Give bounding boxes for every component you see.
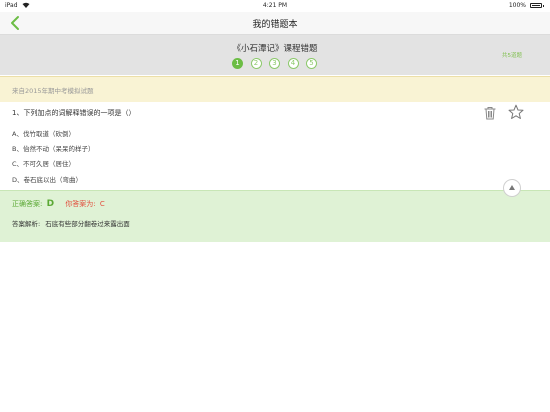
question-count-label: 共5道题 — [502, 53, 522, 59]
star-icon — [508, 104, 524, 119]
page-dot-4[interactable]: 4 — [287, 58, 299, 69]
course-header: 《小石潭记》课程错题 共5道题 1 2 3 4 5 — [0, 35, 550, 75]
battery-icon — [530, 3, 544, 8]
answer-row: 正确答案: D 你答案为: C — [12, 199, 105, 209]
page-title: 我的错题本 — [252, 20, 298, 30]
favorite-button[interactable] — [508, 104, 524, 120]
trash-icon — [484, 107, 496, 120]
page-dot-3[interactable]: 3 — [269, 58, 280, 69]
status-bar: iPad 4:21 PM 100% — [0, 0, 550, 12]
analysis-label: 答案解析: — [12, 220, 41, 228]
collapse-answer-button[interactable] — [503, 179, 521, 197]
nav-bar: 我的错题本 — [0, 12, 550, 35]
course-title: 《小石潭记》课程错题 — [232, 44, 318, 54]
answer-panel: 正确答案: D 你答案为: C 答案解析: 石底有些部分翻卷过来露出面 — [0, 190, 550, 242]
question-source-bar: 来自2015年期中考模拟试题 — [0, 76, 550, 102]
option-b[interactable]: B、佁然不动（呆呆的样子） — [12, 143, 94, 153]
page-dot-2[interactable]: 2 — [250, 58, 262, 69]
question-source: 来自2015年期中考模拟试题 — [12, 87, 94, 95]
analysis-text: 石底有些部分翻卷过来露出面 — [45, 220, 130, 228]
page-dot-5[interactable]: 5 — [306, 58, 317, 69]
your-answer-label: 你答案为: — [65, 200, 96, 208]
option-d[interactable]: D、卷石底以出（弯曲） — [12, 174, 82, 184]
delete-button[interactable] — [483, 105, 497, 120]
correct-answer-label: 正确答案: — [12, 200, 43, 208]
option-c[interactable]: C、不可久居（居住） — [12, 158, 75, 168]
question-pager: 1 2 3 4 5 — [232, 58, 325, 69]
page-dot-1[interactable]: 1 — [232, 58, 243, 69]
your-answer-value: C — [99, 200, 105, 208]
option-a[interactable]: A、伐竹取道（砍倒） — [12, 128, 75, 138]
question-text: 1、下列加点的词解释错误的一项是（） — [12, 109, 136, 117]
battery-percent: 100% — [508, 2, 526, 9]
correct-answer-value: D — [46, 199, 55, 209]
analysis-row: 答案解析: 石底有些部分翻卷过来露出面 — [12, 218, 130, 228]
status-time: 4:21 PM — [262, 2, 288, 9]
